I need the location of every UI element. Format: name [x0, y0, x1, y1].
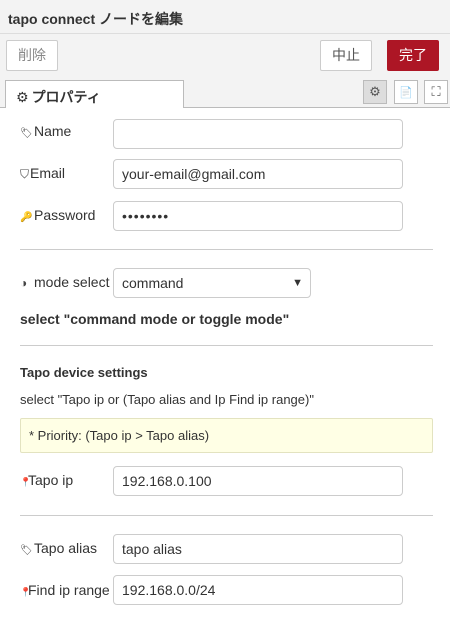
chevron-down-icon: ▼ — [292, 277, 303, 289]
find-ip-range-input[interactable]: 192.168.0.0/24 — [113, 575, 403, 605]
tapo-alias-label: 🏷Tapo alias — [20, 540, 98, 556]
tabs-bar: ⚙ プロパティ ⚙ 📄 ⛶ — [0, 76, 450, 109]
frame-icon: ⛶ — [431, 84, 441, 99]
doc-icon: 📄 — [399, 87, 413, 99]
password-label: 🔑 Password — [20, 207, 96, 223]
tab-properties[interactable]: ⚙ プロパティ — [5, 80, 184, 109]
delete-button[interactable]: 削除 — [6, 40, 58, 71]
tapo-alias-input[interactable]: tapo alias — [113, 534, 403, 564]
tag-icon: 🏷 — [20, 128, 33, 139]
device-settings-heading: Tapo device settings — [20, 365, 148, 380]
tapo-ip-label: 📍Tapo ip — [20, 472, 74, 488]
editor-toolbar: 削除 中止 完了 — [0, 34, 450, 76]
divider — [20, 515, 433, 516]
name-label: 🏷Name — [20, 123, 72, 139]
done-button[interactable]: 完了 — [387, 40, 439, 71]
tag-icon: 🏷 — [20, 545, 33, 556]
gear-icon: ⚙ — [369, 84, 381, 99]
mode-select[interactable]: command ▼ — [113, 268, 311, 298]
mode-hint: select "command mode or toggle mode" — [20, 311, 290, 327]
find-ip-range-label: 📍Find ip range — [20, 582, 110, 598]
key-icon: 🔑 — [20, 212, 33, 223]
tab-description[interactable]: 📄 — [394, 80, 418, 104]
password-input[interactable]: •••••••• — [113, 201, 403, 231]
device-hint: select "Tapo ip or (Tapo alias and Ip Fi… — [20, 392, 314, 407]
pin-icon: 📍 — [20, 587, 32, 597]
properties-form: 🏷Name ⛉Email your-email@gmail.com 🔑 Passw… — [0, 108, 450, 625]
tapo-ip-input[interactable]: 192.168.0.100 — [113, 466, 403, 496]
shield-icon: ⛉ — [20, 167, 30, 181]
email-label: ⛉Email — [20, 165, 66, 181]
pin-icon: 📍 — [20, 477, 32, 487]
tray-header: tapo connect ノードを編集 — [0, 0, 450, 34]
email-input[interactable]: your-email@gmail.com — [113, 159, 403, 189]
mode-select-label: ◑ mode select — [20, 274, 110, 290]
tab-settings[interactable]: ⚙ — [363, 80, 387, 104]
name-input[interactable] — [113, 119, 403, 149]
mode-select-value: command — [122, 275, 184, 291]
tab-appearance[interactable]: ⛶ — [424, 80, 448, 104]
divider — [20, 345, 433, 346]
gear-icon: ⚙ — [16, 89, 29, 105]
cancel-button[interactable]: 中止 — [320, 40, 372, 71]
priority-note: * Priority: (Tapo ip > Tapo alias) — [20, 418, 433, 453]
editor-title: tapo connect ノードを編集 — [8, 11, 184, 27]
half-circle-icon: ◑ — [20, 276, 28, 290]
divider — [20, 249, 433, 250]
tab-properties-label: プロパティ — [31, 89, 101, 105]
